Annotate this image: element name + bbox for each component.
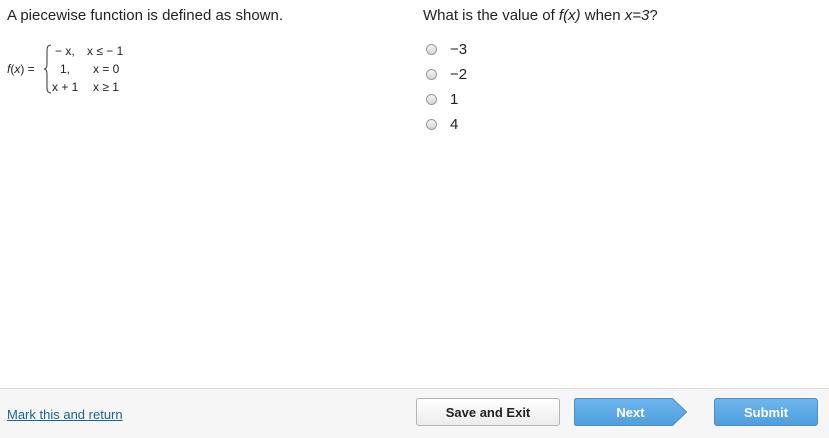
- answer-option-1[interactable]: −3: [426, 40, 467, 58]
- case-1-condition: x ≤ − 1: [87, 44, 124, 58]
- submit-button[interactable]: Submit: [714, 398, 818, 426]
- option-label: −3: [450, 40, 468, 58]
- case-3-condition: x ≥ 1: [93, 80, 119, 94]
- save-and-exit-button[interactable]: Save and Exit: [416, 398, 560, 426]
- case-1-expression: − x,: [55, 44, 75, 58]
- option-label: 1: [450, 90, 459, 108]
- case-2-condition: x = 0: [93, 62, 120, 76]
- next-button[interactable]: Next: [574, 398, 687, 426]
- question-mid: when: [580, 7, 625, 24]
- question-suffix: ?: [649, 7, 658, 24]
- answer-option-4[interactable]: 4: [426, 115, 458, 133]
- mark-and-return-link[interactable]: Mark this and return: [7, 407, 123, 422]
- question-prefix: What is the value of: [423, 7, 559, 24]
- radio-button-icon[interactable]: [426, 118, 437, 130]
- left-brace-icon: [44, 44, 52, 94]
- next-label: Next: [616, 404, 645, 420]
- case-3-expression: x + 1: [52, 80, 79, 94]
- option-label: −2: [450, 65, 468, 83]
- question-variable: x=3: [624, 7, 650, 24]
- function-lhs: f(x) =: [7, 62, 35, 76]
- case-2-expression: 1,: [60, 62, 71, 76]
- radio-button-icon[interactable]: [426, 68, 437, 80]
- answer-option-3[interactable]: 1: [426, 90, 458, 108]
- question-text: What is the value of f(x) when x=3?: [423, 7, 658, 24]
- question-function: f(x): [558, 7, 581, 24]
- footer-bar: Mark this and return Save and Exit Next …: [0, 388, 829, 438]
- radio-button-icon[interactable]: [426, 43, 437, 55]
- answer-option-2[interactable]: −2: [426, 65, 467, 83]
- problem-statement: A piecewise function is defined as shown…: [7, 7, 283, 24]
- radio-button-icon[interactable]: [426, 93, 437, 105]
- option-label: 4: [450, 115, 459, 133]
